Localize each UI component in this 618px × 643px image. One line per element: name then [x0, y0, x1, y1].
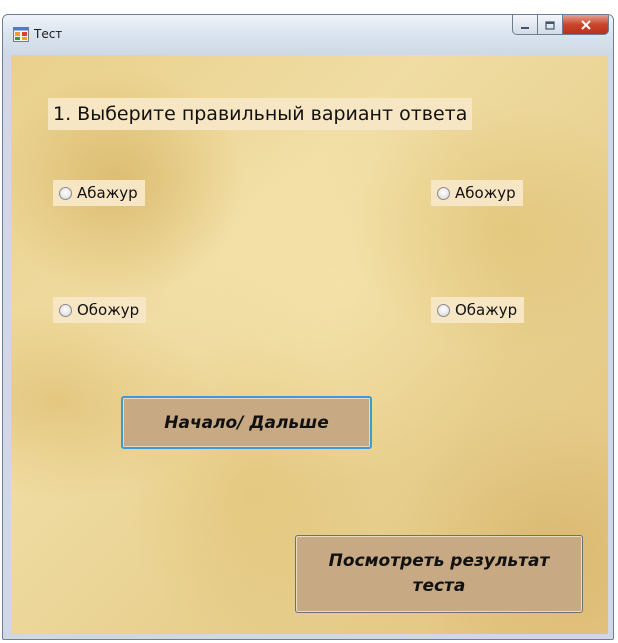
close-button[interactable]	[563, 15, 609, 35]
option-radio-2[interactable]: Абожур	[431, 180, 523, 206]
option-radio-3[interactable]: Обожур	[53, 297, 147, 323]
close-icon	[580, 15, 592, 34]
maximize-icon	[545, 15, 555, 34]
option-label: Обожур	[77, 301, 140, 319]
start-next-button[interactable]: Начало/ Дальше	[121, 396, 372, 449]
title-bar[interactable]: Тест	[3, 15, 613, 55]
option-label: Абожур	[455, 184, 516, 202]
option-label: Абажур	[77, 184, 138, 202]
caption-buttons	[512, 15, 609, 37]
app-window: Тест 1. Выберите правильный вариант отве…	[2, 14, 614, 640]
maximize-button[interactable]	[538, 15, 563, 35]
question-label: 1. Выберите правильный вариант ответа	[48, 98, 473, 130]
app-window-icon	[13, 27, 29, 42]
minimize-button[interactable]	[512, 15, 538, 35]
radio-button-icon[interactable]	[59, 303, 72, 317]
option-radio-4[interactable]: Обажур	[431, 297, 525, 323]
window-title: Тест	[34, 27, 63, 41]
radio-button-icon[interactable]	[59, 186, 72, 200]
radio-button-icon[interactable]	[437, 303, 450, 317]
view-results-button[interactable]: Посмотреть результат теста	[295, 535, 583, 613]
option-label: Обажур	[455, 301, 518, 319]
minimize-icon	[520, 15, 530, 34]
radio-button-icon[interactable]	[437, 186, 450, 200]
form-client-area: 1. Выберите правильный вариант ответа Аб…	[11, 55, 608, 634]
option-radio-1[interactable]: Абажур	[53, 180, 145, 206]
